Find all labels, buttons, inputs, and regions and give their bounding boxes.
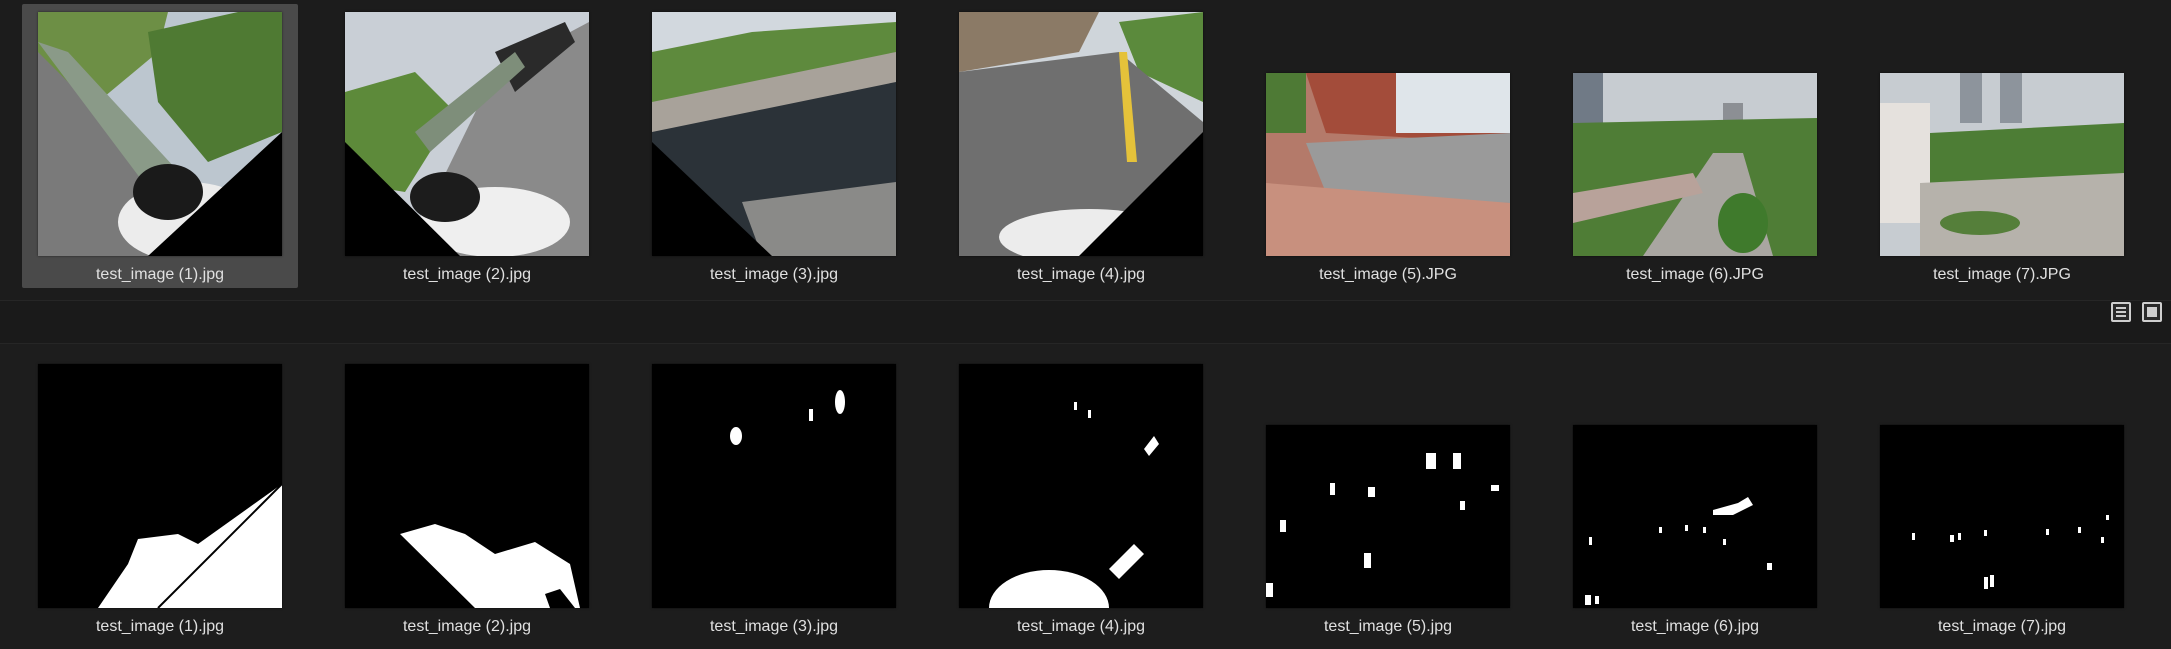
thumbnail-caption: test_image (6).JPG bbox=[1626, 266, 1764, 283]
thumbnail-item[interactable]: test_image (7).jpg bbox=[1864, 344, 2140, 640]
thumbnail-caption: test_image (6).jpg bbox=[1630, 618, 1760, 635]
mask-thumbnail[interactable] bbox=[652, 364, 896, 608]
thumbnail-caption: test_image (7).JPG bbox=[1933, 266, 2071, 283]
thumbnail-caption: test_image (4).jpg bbox=[1016, 266, 1146, 283]
thumbnail-item[interactable]: test_image (7).JPG bbox=[1864, 4, 2140, 288]
image-thumbnail[interactable] bbox=[959, 12, 1203, 256]
mask-thumbnail[interactable] bbox=[1573, 425, 1817, 608]
thumbnail-view-icon bbox=[2147, 307, 2157, 317]
thumbnail-item[interactable]: test_image (6).JPG bbox=[1557, 4, 1833, 288]
image-thumbnail[interactable] bbox=[652, 12, 896, 256]
mask-thumbnail[interactable] bbox=[1266, 425, 1510, 608]
thumbnail-caption: test_image (1).jpg bbox=[95, 266, 225, 283]
mask-thumbnail[interactable] bbox=[1880, 425, 2124, 608]
mask-image-strip: test_image (1).jpg test_image (2).jpg te… bbox=[0, 344, 2171, 649]
thumbnail-caption: test_image (3).jpg bbox=[709, 618, 839, 635]
thumbnail-item[interactable]: test_image (5).JPG bbox=[1250, 4, 1526, 288]
mask-thumbnail[interactable] bbox=[959, 364, 1203, 608]
image-thumbnail[interactable] bbox=[1573, 73, 1817, 256]
thumbnail-item[interactable]: test_image (2).jpg bbox=[329, 4, 605, 288]
thumbnail-item[interactable]: test_image (6).jpg bbox=[1557, 344, 1833, 640]
thumbnail-view-button[interactable] bbox=[2142, 302, 2162, 322]
thumbnail-caption: test_image (5).JPG bbox=[1319, 266, 1457, 283]
image-thumbnail[interactable] bbox=[1880, 73, 2124, 256]
thumbnail-caption: test_image (2).jpg bbox=[402, 618, 532, 635]
thumbnail-item[interactable]: test_image (1).jpg bbox=[22, 344, 298, 640]
thumbnail-caption: test_image (3).jpg bbox=[709, 266, 839, 283]
thumbnail-item[interactable]: test_image (4).jpg bbox=[943, 4, 1219, 288]
thumbnail-caption: test_image (7).jpg bbox=[1937, 618, 2067, 635]
thumbnail-item[interactable]: test_image (5).jpg bbox=[1250, 344, 1526, 640]
image-thumbnail[interactable] bbox=[38, 12, 282, 256]
thumbnail-item[interactable]: test_image (3).jpg bbox=[636, 344, 912, 640]
pane-divider[interactable] bbox=[0, 300, 2171, 344]
image-thumbnail[interactable] bbox=[345, 12, 589, 256]
thumbnail-item[interactable]: test_image (2).jpg bbox=[329, 344, 605, 640]
mask-thumbnail[interactable] bbox=[345, 364, 589, 608]
thumbnail-caption: test_image (5).jpg bbox=[1323, 618, 1453, 635]
source-image-strip: test_image (1).jpg test_image (2).jpg te… bbox=[0, 0, 2171, 300]
list-view-button[interactable] bbox=[2111, 302, 2131, 322]
image-thumbnail[interactable] bbox=[1266, 73, 1510, 256]
thumbnail-item[interactable]: test_image (4).jpg bbox=[943, 344, 1219, 640]
thumbnail-item[interactable]: test_image (1).jpg bbox=[22, 4, 298, 288]
thumbnail-caption: test_image (2).jpg bbox=[402, 266, 532, 283]
thumbnail-caption: test_image (1).jpg bbox=[95, 618, 225, 635]
thumbnail-caption: test_image (4).jpg bbox=[1016, 618, 1146, 635]
thumbnail-item[interactable]: test_image (3).jpg bbox=[636, 4, 912, 288]
mask-thumbnail[interactable] bbox=[38, 364, 282, 608]
